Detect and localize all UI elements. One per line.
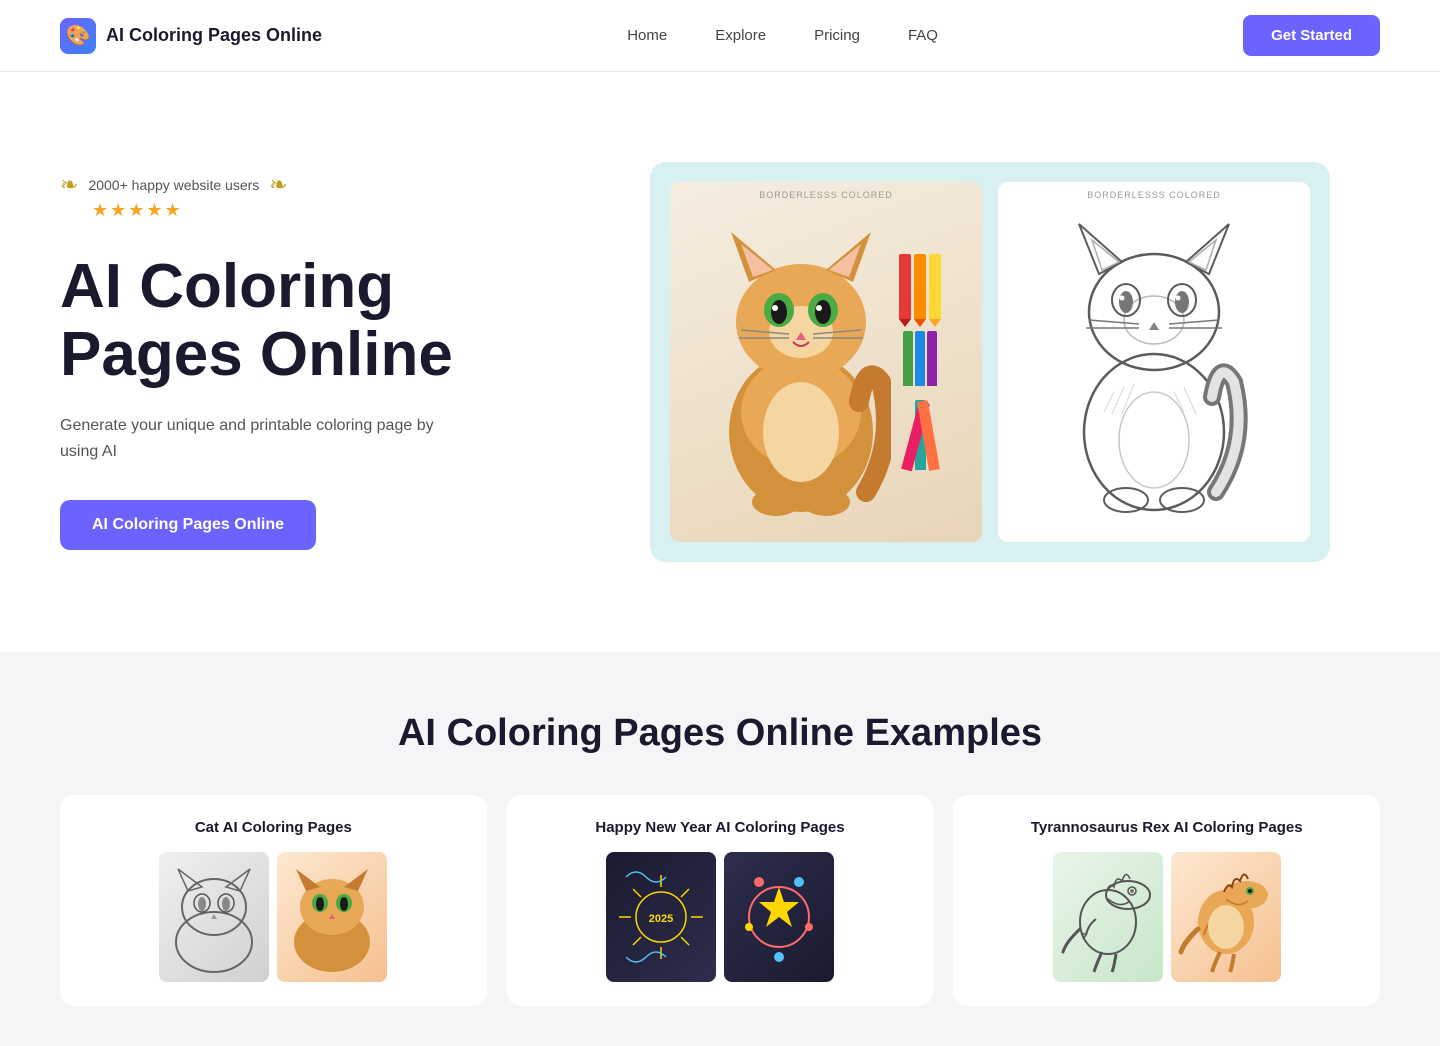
cat-thumb-2-svg [282, 857, 382, 977]
hero-subtitle: Generate your unique and printable color… [60, 413, 440, 464]
examples-grid: Cat AI Coloring Pages [60, 795, 1380, 1006]
hero-section: ❧ 2000+ happy website users ❧ ★★★★★ AI C… [0, 72, 1440, 652]
nye-card-title: Happy New Year AI Coloring Pages [527, 819, 914, 836]
examples-title: AI Coloring Pages Online Examples [60, 712, 1380, 755]
nav-link-explore[interactable]: Explore [715, 27, 766, 44]
laurel-right-icon: ❧ [269, 174, 287, 196]
cat-thumb-1 [159, 852, 269, 982]
hero-cta-button[interactable]: AI Coloring Pages Online [60, 500, 316, 550]
nav-link-faq[interactable]: FAQ [908, 27, 938, 44]
hero-left: ❧ 2000+ happy website users ❧ ★★★★★ AI C… [60, 174, 540, 551]
cat-card-title: Cat AI Coloring Pages [80, 819, 467, 836]
cat-thumb-2 [277, 852, 387, 982]
sketch-cat-svg [1054, 192, 1254, 532]
dino-thumb-2-svg [1176, 857, 1276, 977]
stars-rating: ★★★★★ [92, 200, 183, 220]
get-started-button[interactable]: Get Started [1243, 15, 1380, 56]
hero-image-wrapper: BORDERLESSS COLORED [650, 162, 1330, 562]
svg-text:2025: 2025 [649, 913, 673, 925]
cat-card-images [80, 852, 467, 982]
example-card-dino: Tyrannosaurus Rex AI Coloring Pages [953, 795, 1380, 1006]
nav-links: Home Explore Pricing FAQ [627, 27, 938, 44]
nye-thumb-2-svg [729, 857, 829, 977]
nye-thumb-1-svg: 2025 [611, 857, 711, 977]
logo-text: AI Coloring Pages Online [106, 25, 322, 46]
example-card-cat: Cat AI Coloring Pages [60, 795, 487, 1006]
hero-colored-panel: BORDERLESSS COLORED [670, 182, 982, 542]
colored-cat-svg [711, 202, 891, 522]
dino-thumb-1-svg [1058, 857, 1158, 977]
nav-link-pricing[interactable]: Pricing [814, 27, 860, 44]
examples-section: AI Coloring Pages Online Examples Cat AI… [0, 652, 1440, 1046]
navbar: 🎨 AI Coloring Pages Online Home Explore … [0, 0, 1440, 72]
logo-icon: 🎨 [60, 18, 96, 54]
dino-card-images [973, 852, 1360, 982]
nye-thumb-2 [724, 852, 834, 982]
social-proof: ❧ 2000+ happy website users ❧ ★★★★★ [60, 174, 540, 221]
nye-thumb-1: 2025 [606, 852, 716, 982]
hero-right: BORDERLESSS COLORED [600, 162, 1380, 562]
example-card-nye: Happy New Year AI Coloring Pages [507, 795, 934, 1006]
pencils-group [899, 254, 941, 470]
laurel-left-icon: ❧ [60, 174, 78, 196]
cat-thumb-1-svg [164, 857, 264, 977]
colored-panel-label: BORDERLESSS COLORED [759, 190, 893, 200]
cat-colored-inner [670, 182, 982, 542]
dino-card-title: Tyrannosaurus Rex AI Coloring Pages [973, 819, 1360, 836]
hero-sketch-panel: BORDERLESSS COLORED [998, 182, 1310, 542]
happy-users-text: 2000+ happy website users [88, 177, 259, 193]
dino-thumb-2 [1171, 852, 1281, 982]
dino-thumb-1 [1053, 852, 1163, 982]
hero-title: AI Coloring Pages Online [60, 253, 540, 389]
nav-link-home[interactable]: Home [627, 27, 667, 44]
nav-logo[interactable]: 🎨 AI Coloring Pages Online [60, 18, 322, 54]
nye-card-images: 2025 [527, 852, 914, 982]
